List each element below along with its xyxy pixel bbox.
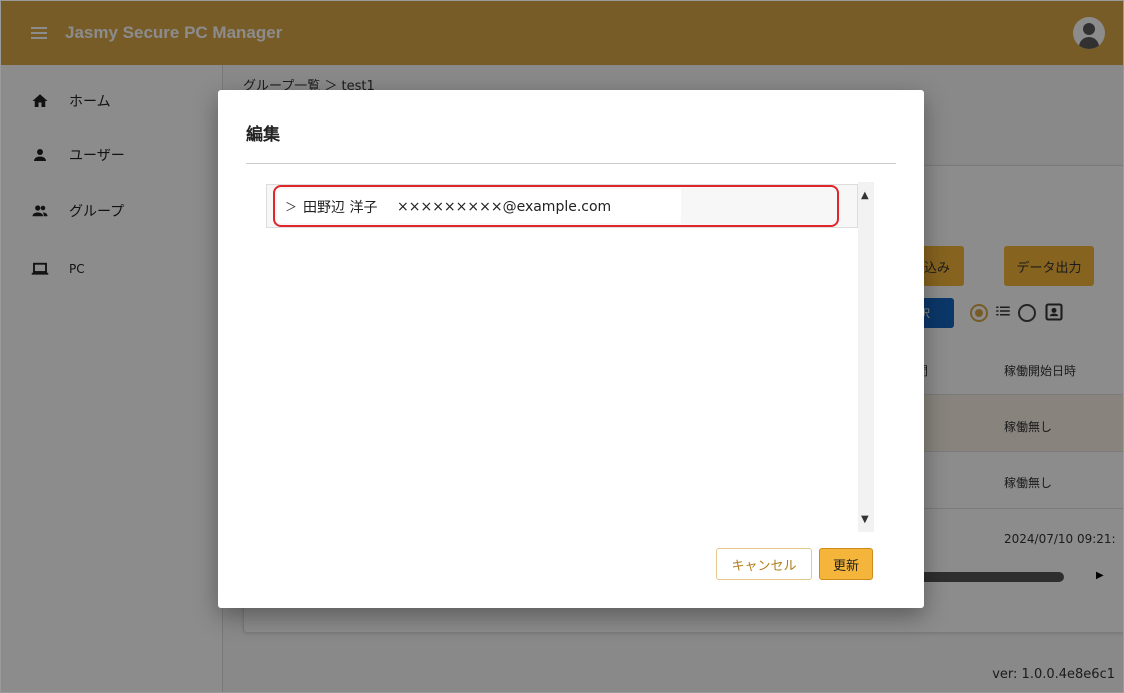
scroll-up-icon[interactable]: ▲ — [861, 190, 869, 201]
update-button[interactable]: 更新 — [819, 548, 873, 580]
cancel-button[interactable]: キャンセル — [716, 548, 812, 580]
vertical-scrollbar[interactable] — [858, 182, 874, 532]
app-window: Jasmy Secure PC Manager ホーム ユーザー グループ PC… — [0, 0, 1124, 693]
edit-dialog: 編集 ＞ 田野辺 洋子 ×××××××××@example.com ▲ ▼ キャ… — [218, 90, 924, 608]
divider — [246, 163, 896, 164]
highlight-outline — [273, 185, 839, 227]
dialog-title: 編集 — [246, 125, 280, 145]
tree-item[interactable]: ＞ 田野辺 洋子 ×××××××××@example.com — [266, 184, 858, 228]
scroll-down-icon[interactable]: ▼ — [861, 514, 869, 525]
